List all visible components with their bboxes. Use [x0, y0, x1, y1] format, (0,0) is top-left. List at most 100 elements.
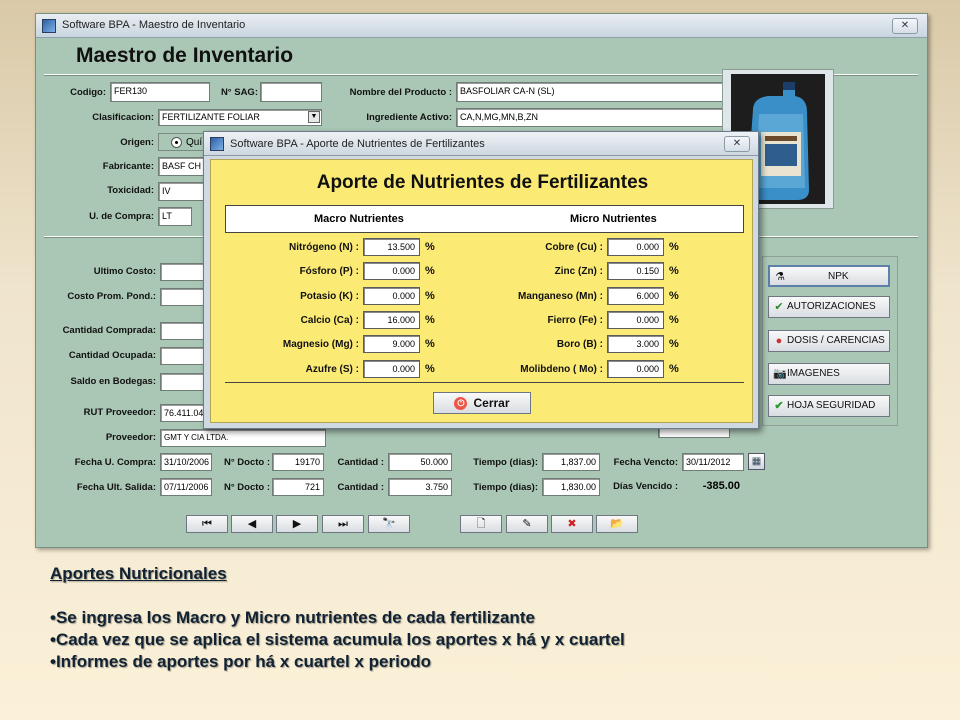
tiempo-label: Tiempo (dias):: [473, 457, 538, 468]
calendar-icon[interactable]: ▦: [748, 453, 765, 470]
micro-nutrient-label: Molibdeno ( Mo) :: [520, 363, 603, 375]
nutrients-header: Macro Nutrientes Micro Nutrientes: [225, 205, 744, 233]
delete-icon[interactable]: ✖: [551, 515, 593, 533]
notes-section: Aportes Nutricionales •Se ingresa los Ma…: [50, 564, 625, 674]
toxicidad-field[interactable]: IV: [158, 182, 208, 201]
macro-nutrient-field[interactable]: 13.500: [363, 238, 420, 256]
cerrar-button[interactable]: ⏻ Cerrar: [433, 392, 531, 414]
micro-nutrient-field[interactable]: 0.150: [607, 262, 664, 281]
edit-icon[interactable]: ✎: [506, 515, 548, 533]
cantidad-label: Cantidad :: [337, 482, 384, 493]
micro-nutrient-field[interactable]: 6.000: [607, 286, 664, 305]
micro-nutrient-label: Fierro (Fe) :: [547, 314, 603, 326]
app-icon: [42, 19, 56, 33]
dosis-carencias-button[interactable]: ● DOSIS / CARENCIAS: [768, 330, 890, 352]
dialog-title: Software BPA - Aporte de Nutrientes de F…: [230, 138, 485, 150]
ingrediente-field[interactable]: CA,N,MG,MN,B,ZN: [456, 108, 744, 127]
dias-vencido-label: Días Vencido :: [613, 481, 678, 492]
ultimo-costo-label: Ultimo Costo:: [93, 266, 156, 277]
ndocto-field[interactable]: 19170: [272, 453, 324, 471]
previous-record-icon[interactable]: ◀: [231, 515, 273, 533]
fabricante-label: Fabricante:: [102, 161, 154, 172]
window-title: Software BPA - Maestro de Inventario: [62, 19, 246, 31]
macro-nutrient-label: Calcio (Ca) :: [300, 314, 359, 326]
open-folder-icon[interactable]: 📂: [596, 515, 638, 533]
cantidad-ocupada-label: Cantidad Ocupada:: [68, 350, 156, 361]
power-icon: ⏻: [454, 397, 468, 410]
codigo-label: Codigo:: [70, 87, 106, 98]
macro-nutrient-label: Nitrógeno (N) :: [289, 242, 359, 253]
macro-nutrient-label: Potasio (K) :: [300, 290, 359, 302]
nsag-field[interactable]: [260, 82, 322, 102]
fecha-vencto-field[interactable]: 30/11/2012: [682, 453, 744, 471]
origen-label: Origen:: [120, 137, 154, 148]
clasificacion-select[interactable]: FERTILIZANTE FOLIAR ▼: [158, 109, 322, 126]
nombre-producto-field[interactable]: BASFOLIAR CA-N (SL): [456, 82, 744, 102]
cantidad-comprada-label: Cantidad Comprada:: [62, 325, 156, 336]
micro-nutrient-label: Manganeso (Mn) :: [518, 290, 603, 302]
checkmark-icon: ✔: [774, 400, 784, 412]
micro-header: Micro Nutrientes: [570, 213, 657, 225]
micro-nutrient-field[interactable]: 3.000: [607, 335, 664, 354]
cantidad-field[interactable]: 3.750: [388, 478, 452, 496]
notes-bullet: •Se ingresa los Macro y Micro nutrientes…: [50, 608, 535, 627]
micro-nutrient-field[interactable]: 0.000: [607, 310, 664, 329]
origen-radio[interactable]: [171, 137, 182, 148]
micro-nutrient-field[interactable]: 0.000: [607, 238, 664, 256]
proveedor-label: Proveedor:: [105, 432, 156, 443]
origen-option-label: Quí: [186, 137, 203, 148]
macro-nutrient-percent-sign: %: [425, 241, 435, 253]
binoculars-icon[interactable]: 🔭: [368, 515, 410, 533]
cantidad-label: Cantidad :: [337, 457, 384, 468]
ndocto-field[interactable]: 721: [272, 478, 324, 496]
notes-bullet: •Informes de aportes por há x cuartel x …: [50, 652, 431, 671]
ndocto-label: N° Docto :: [223, 457, 270, 468]
fecha-compra-field[interactable]: 31/10/2006: [160, 453, 212, 471]
window-titlebar: Software BPA - Maestro de Inventario ✕: [36, 14, 927, 38]
micro-nutrient-percent-sign: %: [669, 265, 679, 278]
macro-nutrient-percent-sign: %: [425, 265, 435, 278]
next-record-icon[interactable]: ▶: [276, 515, 318, 533]
cantidad-field[interactable]: 50.000: [388, 453, 452, 471]
app-icon: [210, 137, 224, 151]
saldo-bodegas-label: Saldo en Bodegas:: [70, 376, 156, 387]
proveedor-field[interactable]: GMT Y CIA LTDA.: [160, 429, 326, 447]
fecha-salida-label: Fecha Ult. Salida:: [76, 482, 156, 493]
page-title: Maestro de Inventario: [76, 44, 294, 67]
last-record-icon[interactable]: ⏭: [322, 515, 364, 533]
macro-nutrient-field[interactable]: 0.000: [363, 286, 420, 305]
clasificacion-label: Clasificacion:: [92, 112, 154, 123]
dosage-icon: ●: [775, 335, 783, 347]
new-document-icon[interactable]: 🗋: [460, 515, 502, 533]
window-close-button[interactable]: ✕: [892, 18, 918, 34]
dialog-titlebar: Software BPA - Aporte de Nutrientes de F…: [204, 132, 758, 156]
fecha-salida-field[interactable]: 07/11/2006: [160, 478, 212, 496]
first-record-icon[interactable]: ⏮: [186, 515, 228, 533]
macro-nutrient-field[interactable]: 0.000: [363, 359, 420, 378]
autorizaciones-button[interactable]: ✔ AUTORIZACIONES: [768, 296, 890, 318]
micro-nutrient-label: Zinc (Zn) :: [554, 266, 603, 278]
ucompra-label: U. de Compra:: [89, 211, 154, 222]
imagenes-button[interactable]: 📷 IMAGENES: [768, 363, 890, 385]
hoja-seguridad-button[interactable]: ✔ HOJA SEGURIDAD: [768, 395, 890, 417]
tiempo-field[interactable]: 1,837.00: [542, 453, 600, 471]
macro-nutrient-field[interactable]: 9.000: [363, 335, 420, 354]
macro-nutrient-field[interactable]: 16.000: [363, 310, 420, 329]
npk-button[interactable]: ⚗ NPK: [768, 265, 890, 287]
dialog-close-button[interactable]: ✕: [724, 136, 750, 152]
dosis-carencias-button-label: DOSIS / CARENCIAS: [787, 335, 885, 346]
chevron-down-icon[interactable]: ▼: [308, 111, 320, 123]
micro-nutrient-percent-sign: %: [669, 362, 679, 375]
tiempo-field[interactable]: 1,830.00: [542, 478, 600, 496]
ndocto-label: N° Docto :: [223, 482, 270, 493]
codigo-field[interactable]: FER130: [110, 82, 210, 102]
macro-nutrient-field[interactable]: 0.000: [363, 262, 420, 281]
micro-nutrient-field[interactable]: 0.000: [607, 359, 664, 378]
fabricante-field[interactable]: BASF CH: [158, 157, 208, 176]
ucompra-field[interactable]: LT: [158, 207, 192, 226]
npk-button-label: NPK: [828, 271, 849, 282]
macro-nutrient-label: Fósforo (P) :: [299, 266, 359, 278]
toxicidad-label: Toxicidad:: [107, 185, 154, 196]
dialog-body: Aporte de Nutrientes de Fertilizantes Ma…: [210, 159, 753, 423]
macro-nutrient-percent-sign: %: [425, 313, 435, 326]
